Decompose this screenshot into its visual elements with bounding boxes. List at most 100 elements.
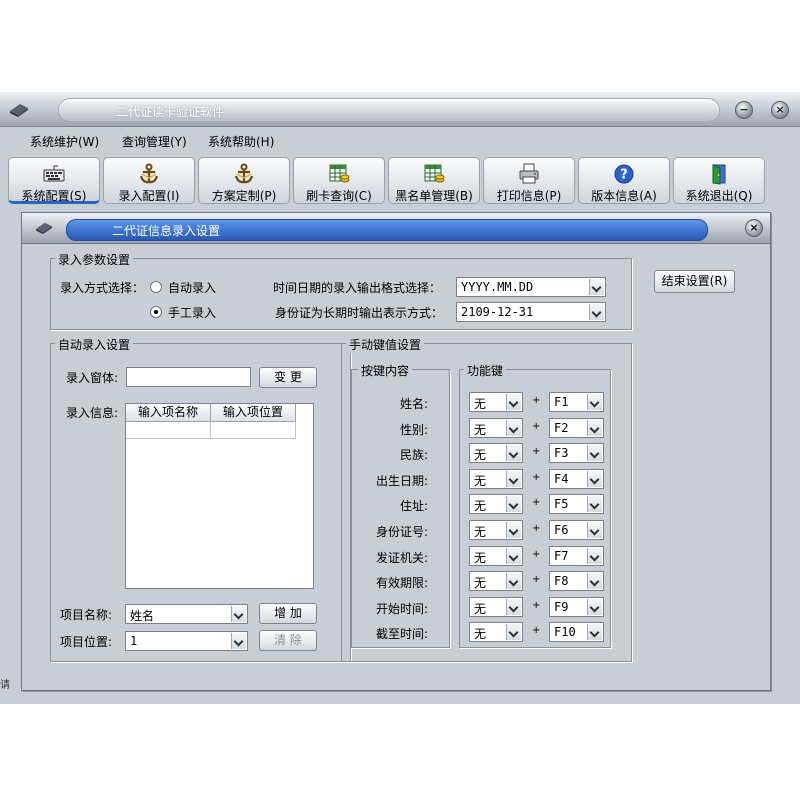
chevron-down-icon[interactable]	[587, 522, 602, 538]
menu-query-management[interactable]: 查询管理(Y)	[122, 133, 187, 150]
toolbar-blacklist-button[interactable]: 黑名单管理(B)	[388, 157, 480, 204]
hotkey-key-value: F7	[554, 549, 569, 563]
chevron-down-icon[interactable]	[231, 606, 246, 622]
hotkey-key-select[interactable]: F4	[549, 469, 604, 489]
mode-auto-label[interactable]: 自动录入	[168, 279, 216, 296]
status-text: 请	[0, 680, 10, 691]
input-info-list[interactable]: 输入项名称 输入项位置	[125, 403, 314, 589]
hotkey-field-label: 有效期限:	[375, 576, 428, 590]
close-button[interactable]: ×	[771, 101, 789, 119]
hotkey-modifier-select[interactable]: 无	[469, 418, 523, 438]
col-header-position[interactable]: 输入项位置	[211, 404, 296, 422]
hotkey-modifier-select[interactable]: 无	[469, 546, 523, 566]
hotkey-key-select[interactable]: F9	[549, 597, 604, 617]
input-window-field[interactable]	[126, 367, 251, 387]
hotkey-modifier-select[interactable]: 无	[469, 443, 523, 463]
chevron-down-icon[interactable]	[506, 471, 521, 487]
col-header-name[interactable]: 输入项名称	[126, 404, 211, 422]
plus-sign: +	[532, 549, 541, 560]
hotkey-key-select[interactable]: F5	[549, 494, 604, 514]
toolbar-card-query-button[interactable]: 刷卡查询(C)	[293, 157, 385, 204]
mode-label: 录入方式选择：	[60, 281, 145, 295]
hotkey-modifier-select[interactable]: 无	[469, 597, 523, 617]
hotkey-key-select[interactable]: F3	[549, 443, 604, 463]
hotkey-key-value: F5	[554, 497, 569, 511]
chevron-down-icon[interactable]	[587, 599, 602, 615]
chevron-down-icon[interactable]	[589, 304, 604, 320]
chevron-down-icon[interactable]	[587, 394, 602, 410]
chevron-down-icon[interactable]	[506, 445, 521, 461]
hotkey-key-select[interactable]: F6	[549, 520, 604, 540]
clear-button[interactable]: 清 除	[259, 630, 317, 651]
table-row[interactable]	[211, 422, 296, 439]
dialog-close-button[interactable]: ×	[745, 219, 763, 237]
change-button[interactable]: 变 更	[259, 367, 317, 388]
grid-icon	[424, 164, 445, 183]
hotkey-modifier-select[interactable]: 无	[469, 622, 523, 642]
chevron-down-icon[interactable]	[587, 496, 602, 512]
chevron-down-icon[interactable]	[506, 624, 521, 640]
item-name-select[interactable]: 姓名	[125, 604, 248, 624]
hotkey-modifier-select[interactable]: 无	[469, 571, 523, 591]
hotkey-field-label: 性别:	[399, 423, 428, 437]
toolbar-exit-button[interactable]: 系统退出(Q)	[673, 157, 765, 204]
chevron-down-icon[interactable]	[587, 624, 602, 640]
toolbar-label: 黑名单管理(B)	[395, 189, 473, 203]
chevron-down-icon[interactable]	[587, 548, 602, 564]
plus-sign: +	[532, 472, 541, 483]
table-row[interactable]	[126, 422, 211, 439]
long-term-select[interactable]: 2109-12-31	[456, 302, 606, 322]
hotkey-modifier-select[interactable]: 无	[469, 520, 523, 540]
toolbar-input-config-button[interactable]: 录入配置(I)	[103, 157, 195, 204]
hotkey-modifier-value: 无	[474, 448, 487, 462]
hotkey-modifier-value: 无	[474, 551, 487, 565]
group-legend: 录入参数设置	[55, 251, 134, 268]
minimize-button[interactable]: −	[735, 101, 753, 119]
datetime-format-select[interactable]: YYYY.MM.DD	[456, 277, 606, 297]
hotkey-key-select[interactable]: F10	[549, 622, 604, 642]
plus-sign: +	[532, 625, 541, 636]
chevron-down-icon[interactable]	[587, 420, 602, 436]
dialog-title-bar[interactable]: 二代证信息录入设置 ×	[22, 213, 770, 244]
hotkey-field-label: 民族:	[399, 448, 428, 462]
chevron-down-icon[interactable]	[506, 496, 521, 512]
chevron-down-icon[interactable]	[587, 573, 602, 589]
hotkey-field-label: 截至时间:	[375, 627, 428, 641]
chevron-down-icon[interactable]	[589, 279, 604, 295]
hotkey-modifier-value: 无	[474, 423, 487, 437]
chevron-down-icon[interactable]	[231, 633, 246, 649]
toolbar-plan-custom-button[interactable]: 方案定制(P)	[198, 157, 290, 204]
finish-settings-button[interactable]: 结束设置(R)	[654, 270, 735, 293]
mode-auto-radio[interactable]	[150, 281, 162, 293]
menu-system-maintenance[interactable]: 系统维护(W)	[30, 133, 99, 150]
add-button[interactable]: 增 加	[259, 603, 317, 624]
toolbar-print-button[interactable]: 打印信息(P)	[483, 157, 575, 204]
mode-manual-label[interactable]: 手工录入	[168, 304, 216, 321]
app-logo-icon	[36, 222, 52, 235]
hotkey-modifier-select[interactable]: 无	[469, 494, 523, 514]
hotkey-key-select[interactable]: F2	[549, 418, 604, 438]
chevron-down-icon[interactable]	[506, 573, 521, 589]
hotkey-modifier-select[interactable]: 无	[469, 469, 523, 489]
hotkey-key-value: F9	[554, 600, 569, 614]
hotkey-key-value: F4	[554, 472, 569, 486]
hotkey-modifier-value: 无	[474, 499, 487, 513]
chevron-down-icon[interactable]	[506, 420, 521, 436]
menu-system-help[interactable]: 系统帮助(H)	[208, 133, 274, 150]
hotkey-key-select[interactable]: F7	[549, 546, 604, 566]
main-title-bar[interactable]: 二代证读卡验证软件 − ×	[0, 92, 800, 127]
item-position-select[interactable]: 1	[125, 631, 248, 651]
toolbar-system-config-button[interactable]: 系统配置(S)	[8, 157, 100, 204]
chevron-down-icon[interactable]	[506, 522, 521, 538]
toolbar-label: 录入配置(I)	[118, 189, 180, 203]
hotkey-modifier-select[interactable]: 无	[469, 392, 523, 412]
chevron-down-icon[interactable]	[506, 599, 521, 615]
hotkey-key-select[interactable]: F1	[549, 392, 604, 412]
chevron-down-icon[interactable]	[506, 394, 521, 410]
chevron-down-icon[interactable]	[587, 471, 602, 487]
mode-manual-radio[interactable]	[150, 306, 162, 318]
toolbar-version-button[interactable]: ? 版本信息(A)	[578, 157, 670, 204]
chevron-down-icon[interactable]	[587, 445, 602, 461]
chevron-down-icon[interactable]	[506, 548, 521, 564]
hotkey-key-select[interactable]: F8	[549, 571, 604, 591]
